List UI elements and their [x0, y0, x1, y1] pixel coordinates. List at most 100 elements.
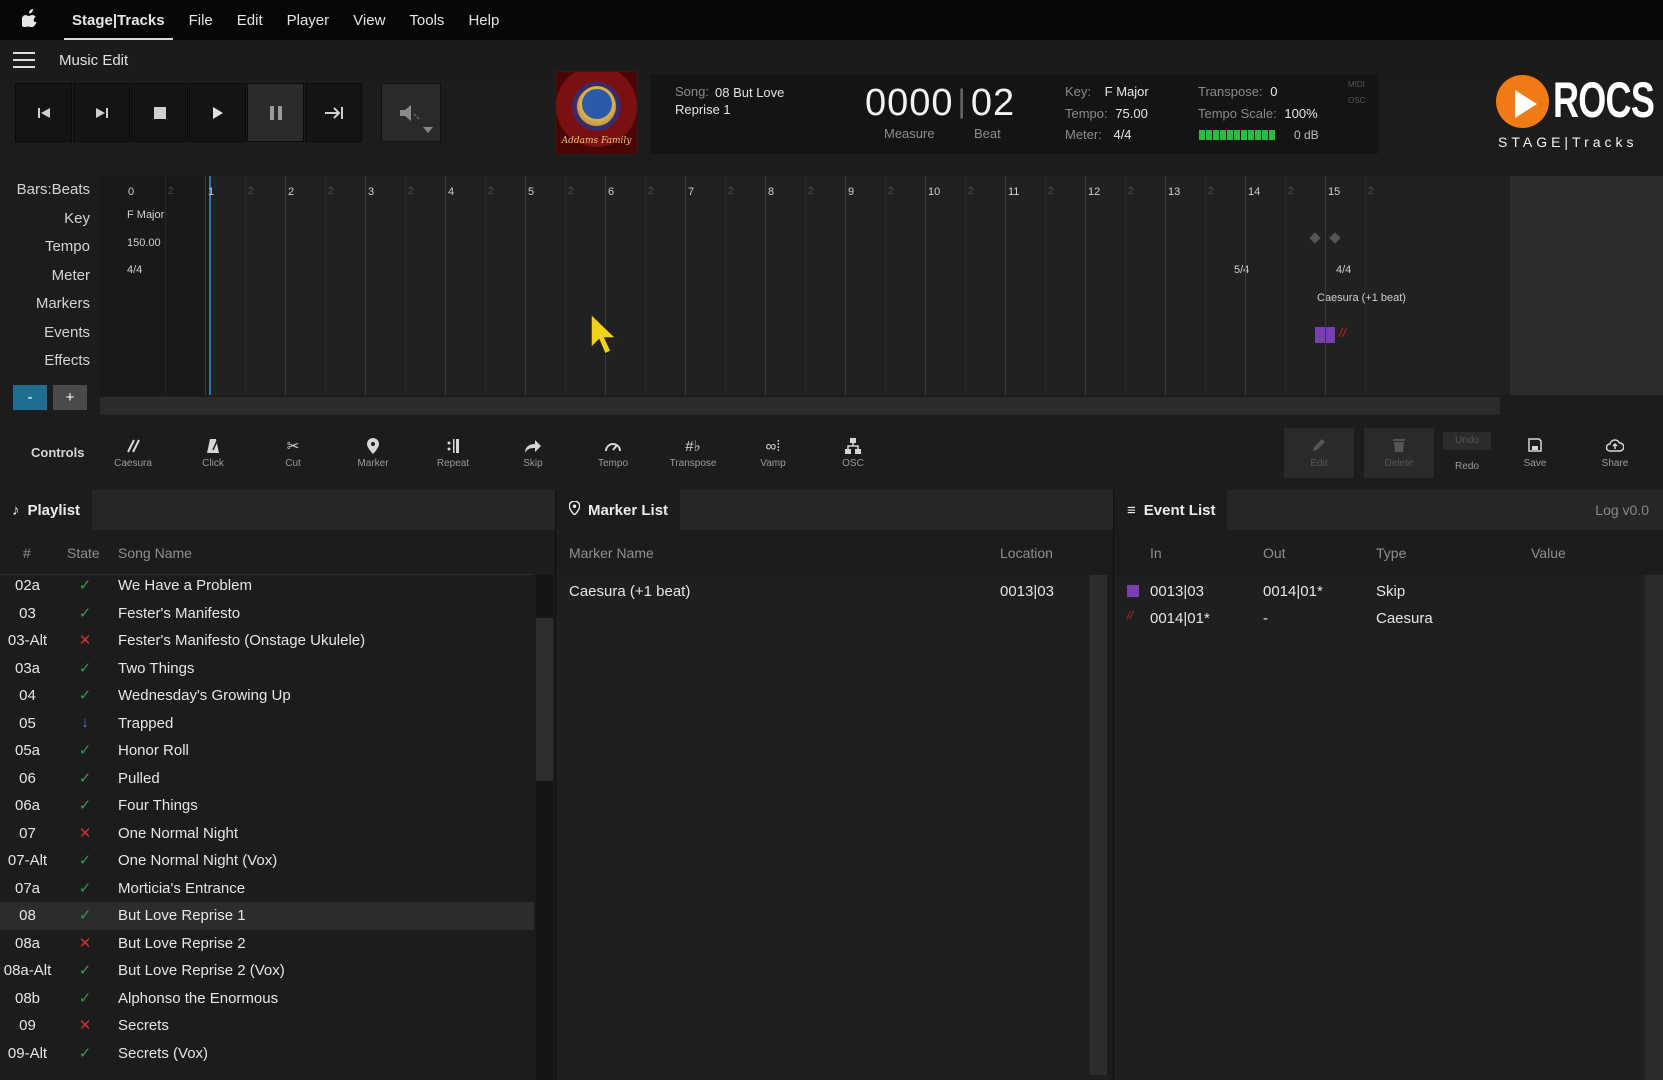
click-tool-button[interactable]: Click: [173, 428, 253, 478]
event-col-out[interactable]: Out: [1263, 545, 1286, 561]
playlist-col-state[interactable]: State: [67, 545, 100, 561]
zoom-out-button[interactable]: -: [13, 385, 47, 410]
caesura-event-icon[interactable]: //: [1339, 325, 1346, 340]
playlist-row[interactable]: 08 ✓ But Love Reprise 1: [0, 902, 534, 930]
playlist-row[interactable]: 09-Alt ✓ Secrets (Vox): [0, 1040, 534, 1068]
playlist-row[interactable]: 06a ✓ Four Things: [0, 792, 534, 820]
stop-button[interactable]: [131, 83, 188, 142]
event-col-value[interactable]: Value: [1531, 545, 1566, 561]
bar-number[interactable]: 2: [288, 186, 294, 198]
event-row-type[interactable]: Caesura: [1376, 610, 1433, 627]
menu-app-name[interactable]: Stage|Tracks: [60, 12, 177, 40]
transpose-tool-button[interactable]: #♭ Transpose: [653, 428, 733, 478]
next-button[interactable]: [73, 83, 130, 142]
bar-number[interactable]: 7: [688, 186, 694, 198]
tab-event-list[interactable]: ≡ Event List: [1115, 490, 1228, 530]
menu-tools[interactable]: Tools: [397, 12, 456, 29]
bar-number[interactable]: 3: [368, 186, 374, 198]
playlist-row[interactable]: 07 ✕ One Normal Night: [0, 820, 534, 848]
volume-button[interactable]: [381, 83, 441, 142]
playlist-row[interactable]: 03a ✓ Two Things: [0, 655, 534, 683]
apple-menu-icon[interactable]: [0, 8, 60, 32]
event-row-in[interactable]: 0014|01*: [1150, 610, 1210, 627]
playlist-row[interactable]: 06 ✓ Pulled: [0, 765, 534, 793]
marker-row-name[interactable]: Caesura (+1 beat): [569, 583, 690, 600]
timeline-meter-change[interactable]: 4/4: [1336, 264, 1351, 276]
playlist-row[interactable]: 02a ✓ We Have a Problem: [0, 572, 534, 600]
event-row-type[interactable]: Skip: [1376, 583, 1405, 600]
redo-button[interactable]: Redo: [1443, 458, 1491, 476]
menu-view[interactable]: View: [341, 12, 397, 29]
osc-tool-button[interactable]: OSC: [813, 428, 893, 478]
event-row-out[interactable]: -: [1263, 610, 1268, 627]
playlist-row[interactable]: 05a ✓ Honor Roll: [0, 737, 534, 765]
playlist-col-song-name[interactable]: Song Name: [118, 545, 192, 561]
skip-to-start-button[interactable]: [15, 83, 72, 142]
vamp-tool-button[interactable]: ∞⁞ Vamp: [733, 428, 813, 478]
playhead[interactable]: [209, 176, 211, 395]
bar-number[interactable]: 12: [1088, 186, 1100, 198]
menu-player[interactable]: Player: [275, 12, 342, 29]
bar-number[interactable]: 11: [1008, 186, 1019, 198]
skip-tool-button[interactable]: Skip: [493, 428, 573, 478]
play-button[interactable]: [189, 83, 246, 142]
playlist-scrollbar-thumb[interactable]: [536, 618, 553, 781]
menu-edit[interactable]: Edit: [225, 12, 275, 29]
event-col-type[interactable]: Type: [1376, 545, 1406, 561]
share-button[interactable]: Share: [1577, 428, 1653, 478]
bar-number[interactable]: 4: [448, 186, 454, 198]
bar-number[interactable]: 13: [1168, 186, 1180, 198]
tab-marker-list[interactable]: Marker List: [557, 490, 681, 530]
playlist-row[interactable]: 04 ✓ Wednesday's Growing Up: [0, 682, 534, 710]
bar-number[interactable]: 5: [528, 186, 534, 198]
undo-button[interactable]: Undo: [1443, 432, 1491, 450]
menu-file[interactable]: File: [177, 12, 225, 29]
tempo-node-icon[interactable]: [1309, 232, 1321, 244]
tempo-tool-button[interactable]: Tempo: [573, 428, 653, 478]
event-list-scrollbar[interactable]: [1645, 575, 1663, 1080]
bar-number[interactable]: 15: [1328, 186, 1340, 198]
marker-tool-button[interactable]: Marker: [333, 428, 413, 478]
event-col-in[interactable]: In: [1150, 545, 1162, 561]
playlist-row[interactable]: 03 ✓ Fester's Manifesto: [0, 600, 534, 628]
playlist-row[interactable]: 08a ✕ But Love Reprise 2: [0, 930, 534, 958]
timeline-grid[interactable]: F Major 150.00 4/4 5/4 4/4 Caesura (+1 b…: [100, 176, 1510, 395]
bar-number[interactable]: 8: [768, 186, 774, 198]
save-button[interactable]: Save: [1497, 428, 1573, 478]
playlist-col-number[interactable]: #: [23, 545, 31, 561]
playlist-row[interactable]: 08b ✓ Alphonso the Enormous: [0, 985, 534, 1013]
bar-number[interactable]: 10: [928, 186, 940, 198]
bar-number[interactable]: 14: [1248, 186, 1260, 198]
caesura-tool-button[interactable]: Caesura: [93, 428, 173, 478]
playlist-row[interactable]: 08a-Alt ✓ But Love Reprise 2 (Vox): [0, 957, 534, 985]
tab-playlist[interactable]: ♪ Playlist: [0, 490, 93, 530]
playlist-row[interactable]: 07a ✓ Morticia's Entrance: [0, 875, 534, 903]
event-row-in[interactable]: 0013|03: [1150, 583, 1204, 600]
bar-number[interactable]: 6: [608, 186, 614, 198]
event-row-out[interactable]: 0014|01*: [1263, 583, 1323, 600]
repeat-tool-button[interactable]: Repeat: [413, 428, 493, 478]
marker-row-location[interactable]: 0013|03: [1000, 583, 1054, 600]
tempo-node-icon[interactable]: [1329, 232, 1341, 244]
marker-col-name[interactable]: Marker Name: [569, 545, 654, 561]
playlist-row[interactable]: 09 ✕ Secrets: [0, 1012, 534, 1040]
playlist-row[interactable]: 05 ↓ Trapped: [0, 710, 534, 738]
jump-to-end-button[interactable]: [305, 83, 362, 142]
playlist-row[interactable]: 07-Alt ✓ One Normal Night (Vox): [0, 847, 534, 875]
cut-tool-button[interactable]: ✂ Cut: [253, 428, 333, 478]
bar-number[interactable]: 0: [128, 186, 134, 198]
timeline-scrollbar[interactable]: [100, 397, 1500, 415]
bar-number[interactable]: 9: [848, 186, 854, 198]
playlist-row[interactable]: 03-Alt ✕ Fester's Manifesto (Onstage Ukule…: [0, 627, 534, 655]
pause-button[interactable]: [247, 83, 304, 142]
delete-button[interactable]: Delete: [1364, 428, 1434, 478]
marker-col-location[interactable]: Location: [1000, 545, 1053, 561]
timeline-marker[interactable]: Caesura (+1 beat): [1317, 292, 1406, 304]
marker-list-scrollbar[interactable]: [1090, 575, 1107, 1075]
bar-number[interactable]: 1: [208, 186, 214, 198]
edit-button[interactable]: Edit: [1284, 428, 1354, 478]
menu-help[interactable]: Help: [456, 12, 511, 29]
zoom-in-button[interactable]: +: [53, 385, 87, 410]
timeline-meter-change[interactable]: 5/4: [1234, 264, 1249, 276]
hamburger-menu-icon[interactable]: [13, 52, 35, 68]
